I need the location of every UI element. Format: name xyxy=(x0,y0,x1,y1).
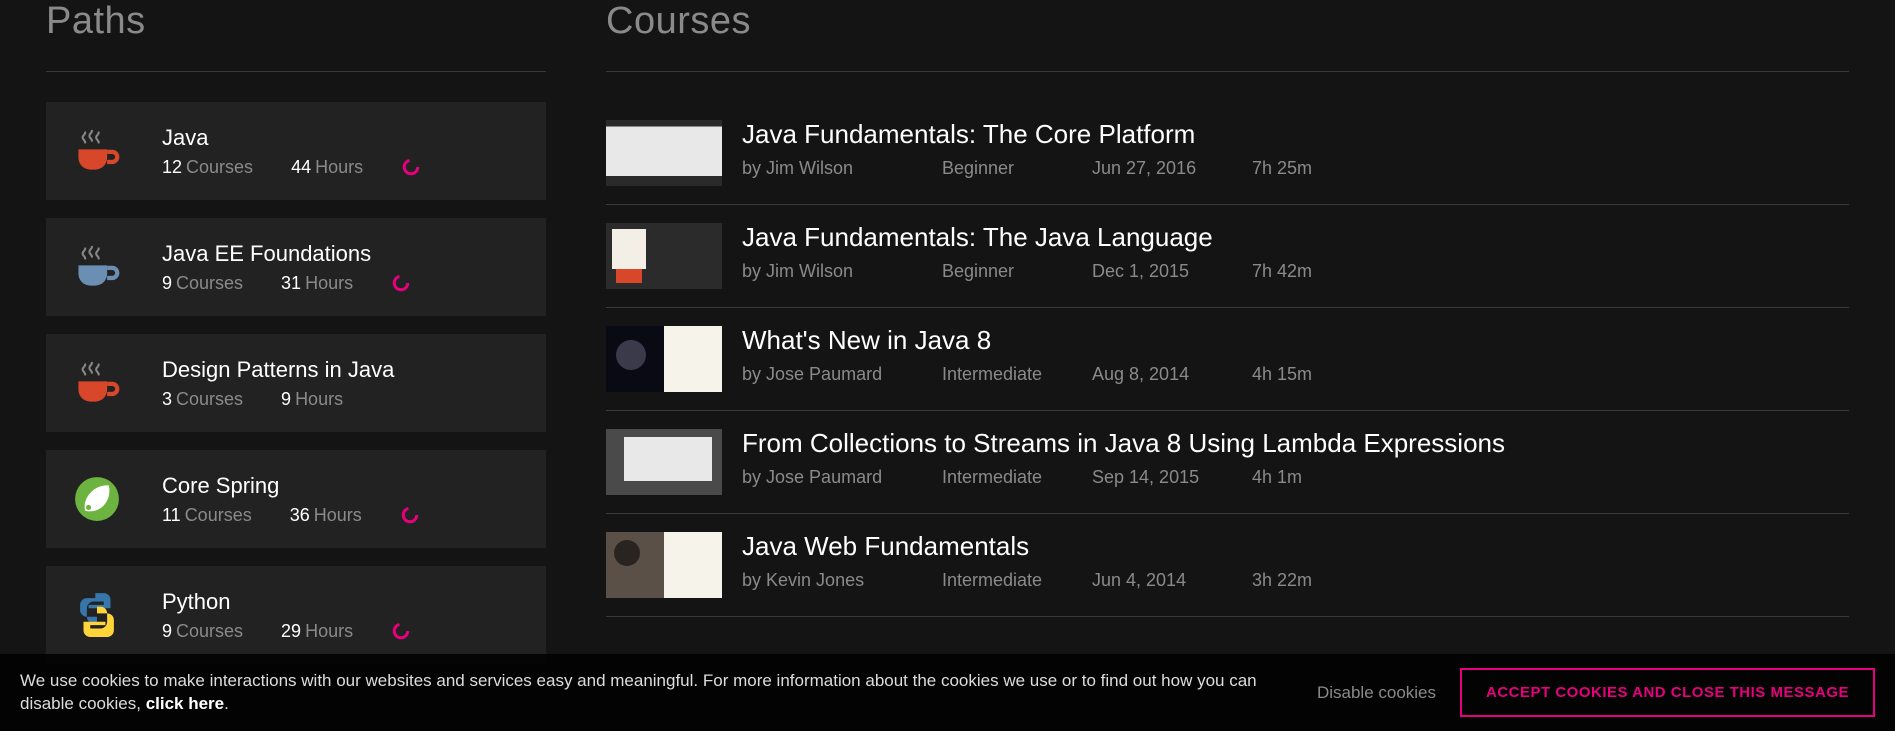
path-icon xyxy=(70,240,124,294)
course-author: by Jose Paumard xyxy=(742,467,942,488)
course-thumbnail xyxy=(606,429,722,495)
course-title: What's New in Java 8 xyxy=(742,326,1849,356)
path-body: Design Patterns in Java 3Courses 9Hours xyxy=(162,357,522,410)
path-body: Core Spring 11Courses 36Hours xyxy=(162,473,522,526)
path-card[interactable]: Java EE Foundations 9Courses 31Hours xyxy=(46,218,546,316)
paths-list: Java 12Courses 44Hours Java EE Foundatio… xyxy=(46,102,546,664)
course-meta: by Jim Wilson Beginner Dec 1, 2015 7h 42… xyxy=(742,261,1849,282)
path-courses-count: 9Courses xyxy=(162,273,243,294)
paths-divider xyxy=(46,71,546,72)
course-thumbnail xyxy=(606,120,722,186)
cookie-banner: We use cookies to make interactions with… xyxy=(0,654,1895,731)
path-card[interactable]: Java 12Courses 44Hours xyxy=(46,102,546,200)
accept-cookies-button[interactable]: ACCEPT COOKIES AND CLOSE THIS MESSAGE xyxy=(1460,668,1875,717)
skilliq-icon xyxy=(391,621,411,641)
path-title: Java EE Foundations xyxy=(162,241,522,267)
path-card[interactable]: Design Patterns in Java 3Courses 9Hours xyxy=(46,334,546,432)
path-meta: 11Courses 36Hours xyxy=(162,505,522,526)
path-title: Design Patterns in Java xyxy=(162,357,522,383)
path-icon xyxy=(70,356,124,410)
course-meta: by Jim Wilson Beginner Jun 27, 2016 7h 2… xyxy=(742,158,1849,179)
path-courses-count: 12Courses xyxy=(162,157,253,178)
path-hours-count: 36Hours xyxy=(290,505,362,526)
path-courses-count: 11Courses xyxy=(162,505,252,526)
path-meta: 12Courses 44Hours xyxy=(162,157,522,178)
course-thumbnail xyxy=(606,326,722,392)
course-duration: 4h 1m xyxy=(1252,467,1352,488)
course-level: Beginner xyxy=(942,158,1092,179)
courses-heading: Courses xyxy=(606,0,1849,43)
course-duration: 7h 25m xyxy=(1252,158,1352,179)
course-title: Java Fundamentals: The Core Platform xyxy=(742,120,1849,150)
path-meta: 9Courses 31Hours xyxy=(162,273,522,294)
skilliq-icon xyxy=(401,157,421,177)
course-author: by Jim Wilson xyxy=(742,158,942,179)
cookie-click-here-link[interactable]: click here xyxy=(146,694,224,713)
path-meta: 3Courses 9Hours xyxy=(162,389,522,410)
course-level: Beginner xyxy=(942,261,1092,282)
path-card[interactable]: Python 9Courses 29Hours xyxy=(46,566,546,664)
cookie-text: We use cookies to make interactions with… xyxy=(20,670,1293,716)
course-date: Jun 27, 2016 xyxy=(1092,158,1252,179)
path-body: Java EE Foundations 9Courses 31Hours xyxy=(162,241,522,294)
paths-heading: Paths xyxy=(46,0,546,43)
disable-cookies-link[interactable]: Disable cookies xyxy=(1317,683,1436,703)
path-title: Core Spring xyxy=(162,473,522,499)
course-thumbnail xyxy=(606,532,722,598)
path-body: Java 12Courses 44Hours xyxy=(162,125,522,178)
course-date: Jun 4, 2014 xyxy=(1092,570,1252,591)
course-info: From Collections to Streams in Java 8 Us… xyxy=(742,429,1849,488)
skilliq-icon xyxy=(391,273,411,293)
path-courses-count: 9Courses xyxy=(162,621,243,642)
path-icon xyxy=(70,472,124,526)
course-info: Java Fundamentals: The Core Platform by … xyxy=(742,120,1849,179)
course-info: Java Fundamentals: The Java Language by … xyxy=(742,223,1849,282)
course-duration: 4h 15m xyxy=(1252,364,1352,385)
skilliq-icon xyxy=(400,505,420,525)
course-duration: 7h 42m xyxy=(1252,261,1352,282)
courses-list: Java Fundamentals: The Core Platform by … xyxy=(606,102,1849,617)
course-title: Java Fundamentals: The Java Language xyxy=(742,223,1849,253)
course-info: Java Web Fundamentals by Kevin Jones Int… xyxy=(742,532,1849,591)
path-title: Python xyxy=(162,589,522,615)
path-meta: 9Courses 29Hours xyxy=(162,621,522,642)
path-icon xyxy=(70,124,124,178)
course-duration: 3h 22m xyxy=(1252,570,1352,591)
path-hours-count: 9Hours xyxy=(281,389,343,410)
path-card[interactable]: Core Spring 11Courses 36Hours xyxy=(46,450,546,548)
course-row[interactable]: From Collections to Streams in Java 8 Us… xyxy=(606,411,1849,514)
course-date: Sep 14, 2015 xyxy=(1092,467,1252,488)
course-date: Dec 1, 2015 xyxy=(1092,261,1252,282)
course-title: Java Web Fundamentals xyxy=(742,532,1849,562)
course-date: Aug 8, 2014 xyxy=(1092,364,1252,385)
cookie-text-b: . xyxy=(224,694,229,713)
course-info: What's New in Java 8 by Jose Paumard Int… xyxy=(742,326,1849,385)
course-level: Intermediate xyxy=(942,364,1092,385)
path-title: Java xyxy=(162,125,522,151)
course-author: by Jose Paumard xyxy=(742,364,942,385)
path-hours-count: 31Hours xyxy=(281,273,353,294)
course-level: Intermediate xyxy=(942,467,1092,488)
course-row[interactable]: What's New in Java 8 by Jose Paumard Int… xyxy=(606,308,1849,411)
course-author: by Kevin Jones xyxy=(742,570,942,591)
course-meta: by Jose Paumard Intermediate Sep 14, 201… xyxy=(742,467,1849,488)
path-icon xyxy=(70,588,124,642)
course-meta: by Kevin Jones Intermediate Jun 4, 2014 … xyxy=(742,570,1849,591)
path-body: Python 9Courses 29Hours xyxy=(162,589,522,642)
path-hours-count: 44Hours xyxy=(291,157,363,178)
course-row[interactable]: Java Fundamentals: The Java Language by … xyxy=(606,205,1849,308)
course-author: by Jim Wilson xyxy=(742,261,942,282)
course-title: From Collections to Streams in Java 8 Us… xyxy=(742,429,1849,459)
course-thumbnail xyxy=(606,223,722,289)
course-level: Intermediate xyxy=(942,570,1092,591)
courses-divider xyxy=(606,71,1849,72)
path-hours-count: 29Hours xyxy=(281,621,353,642)
course-row[interactable]: Java Fundamentals: The Core Platform by … xyxy=(606,102,1849,205)
course-meta: by Jose Paumard Intermediate Aug 8, 2014… xyxy=(742,364,1849,385)
path-courses-count: 3Courses xyxy=(162,389,243,410)
course-row[interactable]: Java Web Fundamentals by Kevin Jones Int… xyxy=(606,514,1849,617)
